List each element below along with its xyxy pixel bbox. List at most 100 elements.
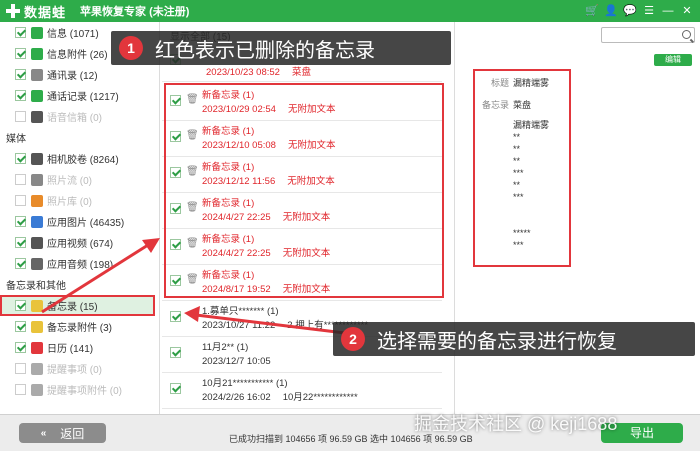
edit-button[interactable]: 编辑 <box>654 54 692 66</box>
user-icon[interactable]: 👤 <box>604 3 618 19</box>
close-icon[interactable]: ✕ <box>680 3 694 19</box>
callout-text-1: 红色表示已删除的备忘录 <box>155 39 375 62</box>
search-input[interactable] <box>601 27 695 43</box>
app-video-icon <box>31 236 43 249</box>
row-title: 11月2** (1) <box>202 342 249 353</box>
sidebar-checkbox[interactable] <box>15 90 26 101</box>
minimize-icon[interactable]: — <box>661 3 675 19</box>
sidebar-item[interactable]: 备忘录 (15) <box>0 295 155 316</box>
sidebar-item[interactable]: 应用音频 (198) <box>0 253 159 274</box>
sidebar-item-label: 提醒事项 (0) <box>47 365 102 376</box>
deleted-highlight-box <box>164 83 444 298</box>
sidebar-item[interactable]: 日历 (141) <box>0 337 159 358</box>
sidebar-item-label: 照片库 (0) <box>47 197 92 208</box>
sidebar-item-label: 应用视频 (674) <box>47 239 114 250</box>
sidebar-item[interactable]: 通话记录 (1217) <box>0 85 159 106</box>
note-body-line: *** <box>513 168 524 178</box>
sidebar-item[interactable]: 照片库 (0) <box>0 190 159 211</box>
sidebar-checkbox[interactable] <box>15 300 26 311</box>
note-body-line <box>513 203 569 215</box>
sidebar-item-label: 相机胶卷 (8264) <box>47 155 119 166</box>
row-date: 2023/10/27 11:22 <box>202 320 276 331</box>
category-sidebar: 信息 (1071) 信息附件 (26) 通讯录 (12) 通话记录 (1217) 语音信… <box>0 22 160 414</box>
sidebar-item[interactable]: 应用图片 (46435) <box>0 211 159 232</box>
sidebar-checkbox[interactable] <box>15 237 26 248</box>
photo-stream-icon <box>31 173 43 186</box>
sidebar-item[interactable]: 应用视频 (674) <box>0 232 159 253</box>
note-body-line: *** <box>513 240 524 250</box>
plus-logo-icon <box>6 4 20 18</box>
chat-icon[interactable]: 💬 <box>623 3 637 19</box>
sidebar-checkbox[interactable] <box>15 195 26 206</box>
sidebar-checkbox[interactable] <box>15 174 26 185</box>
group-notes-other: 备忘录和其他 <box>6 281 66 292</box>
back-button[interactable]: « 返回 <box>19 423 106 443</box>
sidebar-item[interactable]: 通讯录 (12) <box>0 64 159 85</box>
calendar-icon <box>31 341 43 354</box>
sidebar-checkbox[interactable] <box>15 321 26 332</box>
voicemail-icon <box>31 110 43 123</box>
sidebar-item[interactable]: 语音信箱 (0) <box>0 106 159 127</box>
sidebar-item[interactable]: 备忘录附件 (3) <box>0 316 159 337</box>
detail-highlight-box: 标题 漏精端雾 备忘录 菜盘 漏精端雾 ** ** ** *** ** *** ***** **… <box>473 69 571 267</box>
sidebar-checkbox[interactable] <box>15 69 26 80</box>
row-checkbox[interactable] <box>170 311 181 322</box>
row-date: 2023/10/23 08:52 <box>206 67 280 78</box>
sidebar-item-label: 通话记录 (1217) <box>47 92 119 103</box>
sidebar-item[interactable]: 相机胶卷 (8264) <box>0 148 159 169</box>
row-text: 11月2** (1) 2023/12/7 10:05 <box>202 341 283 369</box>
sidebar-checkbox[interactable] <box>15 216 26 227</box>
contacts-icon <box>31 68 43 81</box>
row-title: 1.募单只******* (1) <box>202 306 279 317</box>
sidebar-item-label: 语音信箱 (0) <box>47 113 102 124</box>
window-controls: 🛒 👤 💬 ☰ — ✕ <box>585 3 694 19</box>
sidebar-checkbox[interactable] <box>15 111 26 122</box>
callout-select-notes: 2 选择需要的备忘录进行恢复 <box>333 322 695 356</box>
phone-icon <box>31 89 43 102</box>
table-row[interactable]: 10月21*********** (1) 2024/2/26 16:02 10月22… <box>162 373 442 409</box>
watermark: 掘金技术社区 @ keji1688 <box>414 414 618 434</box>
notes-label: 备忘录 <box>481 100 509 110</box>
cart-icon[interactable]: 🛒 <box>585 3 599 19</box>
title-bar: 数据蛙 苹果恢复专家 (未注册) 🛒 👤 💬 ☰ — ✕ <box>0 0 700 22</box>
sidebar-item[interactable]: 提醒事项附件 (0) <box>0 379 159 400</box>
sidebar-item[interactable]: 提醒事项 (0) <box>0 358 159 379</box>
step-number-2: 2 <box>341 327 365 351</box>
notes-attachment-icon <box>31 320 43 333</box>
sidebar-item-label: 提醒事项附件 (0) <box>47 386 122 397</box>
sidebar-checkbox[interactable] <box>15 342 26 353</box>
row-date: 2024/2/26 16:02 <box>202 392 271 403</box>
photo-library-icon <box>31 194 43 207</box>
row-extra: 10月22************ <box>282 392 358 403</box>
app-logo: 数据蛙 <box>6 2 66 21</box>
sidebar-checkbox[interactable] <box>15 384 26 395</box>
sidebar-item[interactable]: 照片流 (0) <box>0 169 159 190</box>
app-image-icon <box>31 215 43 228</box>
sidebar-checkbox[interactable] <box>15 27 26 38</box>
sidebar-item-label: 信息附件 (26) <box>47 50 108 61</box>
step-number-1: 1 <box>119 36 143 60</box>
sidebar-checkbox[interactable] <box>15 258 26 269</box>
search-icon[interactable] <box>682 30 691 39</box>
app-audio-icon <box>31 257 43 270</box>
sidebar-checkbox[interactable] <box>15 48 26 59</box>
note-body-line: ** <box>513 144 521 154</box>
note-body-line: ** <box>513 180 521 190</box>
row-checkbox[interactable] <box>170 383 181 394</box>
sidebar-item-label: 备忘录附件 (3) <box>47 323 112 334</box>
sidebar-checkbox[interactable] <box>15 363 26 374</box>
note-body-line: ** <box>513 156 521 166</box>
row-checkbox[interactable] <box>170 347 181 358</box>
reminder-attachment-icon <box>31 383 43 396</box>
row-subline: 2024/2/26 16:02 10月22************ <box>202 391 358 405</box>
sidebar-item-label: 应用图片 (46435) <box>47 218 125 229</box>
note-body-line: ***** <box>513 228 531 238</box>
notes-value: 菜盘 <box>513 100 532 110</box>
note-body-line: *** <box>513 192 524 202</box>
sidebar-checkbox[interactable] <box>15 153 26 164</box>
reminder-icon <box>31 362 43 375</box>
message-icon <box>31 26 43 39</box>
title-value: 漏精端雾 <box>513 78 550 88</box>
menu-icon[interactable]: ☰ <box>642 3 656 19</box>
sidebar-item-label: 应用音频 (198) <box>47 260 114 271</box>
